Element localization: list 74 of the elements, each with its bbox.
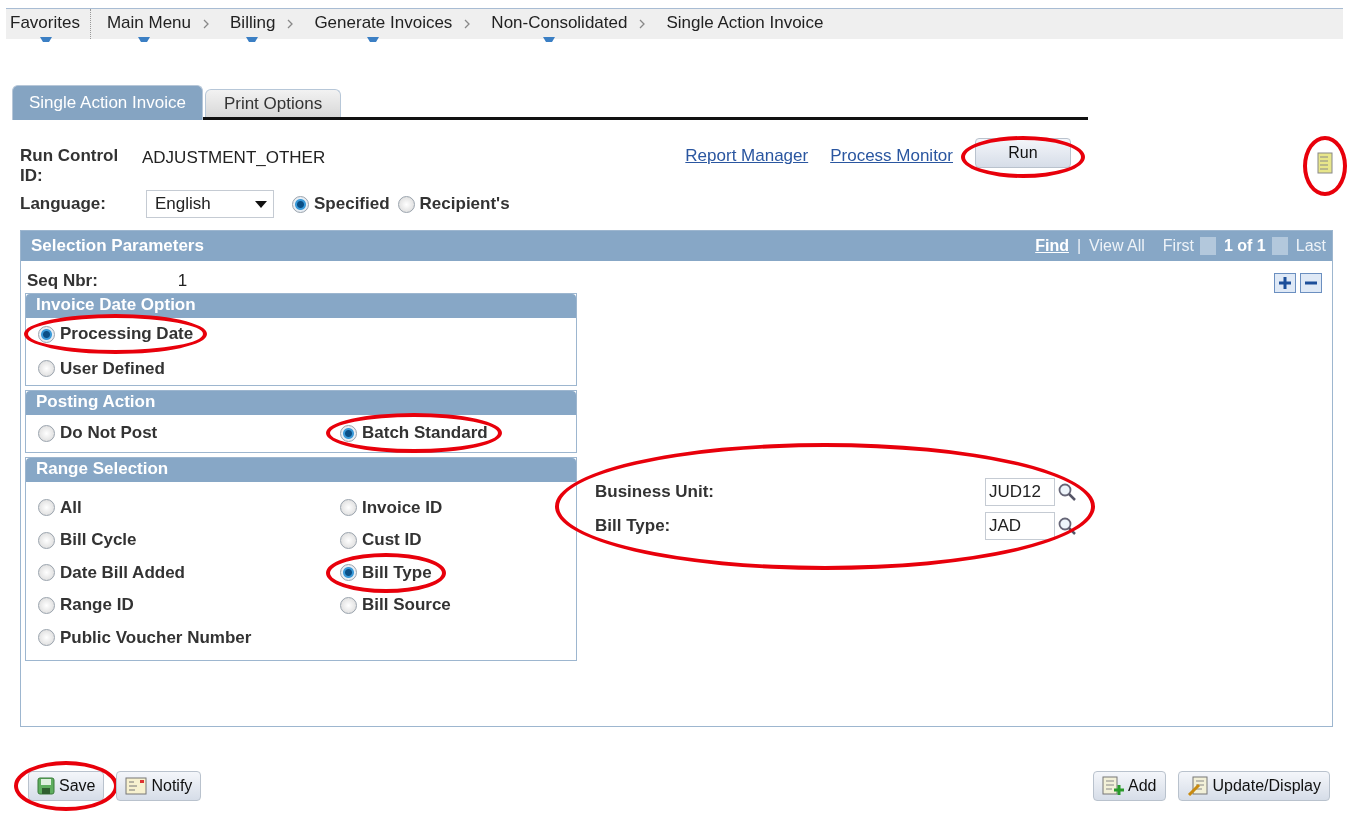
run-control-label: Run Control ID: [20,146,119,185]
chevron-icon [464,19,472,29]
notepad-icon[interactable] [1317,152,1333,174]
radio-option[interactable]: Range ID [38,595,134,615]
breadcrumb-link[interactable]: Generate Invoices [310,9,453,39]
breadcrumb-link[interactable]: Main Menu [102,9,192,39]
radio-icon[interactable] [340,596,357,614]
radio-icon[interactable] [38,596,55,614]
radio-option[interactable]: Invoice ID [340,497,443,518]
panel-title: Selection Parameters [31,236,205,256]
group-title: Invoice Date Option [26,294,576,318]
input-field[interactable]: JAD [985,512,1055,540]
chevron-icon [203,19,211,29]
link[interactable]: Report Manager [685,146,809,166]
seq-value: 1 [177,271,188,291]
radio-option[interactable]: Bill Cycle [38,530,137,550]
radio-icon[interactable] [38,424,55,442]
run-button[interactable]: Run [975,138,1071,168]
update-button[interactable]: Update/Display [1177,771,1330,801]
field-label: Bill Type: [595,516,672,536]
breadcrumb-link[interactable]: Billing [226,9,276,39]
group-title: Range Selection [26,457,576,482]
radio-icon[interactable] [38,629,55,646]
radio-option[interactable]: User Defined [38,358,165,379]
radio-option[interactable]: Processing Date [38,324,194,344]
run-control-value: ADJUSTMENT_OTHER [142,148,326,167]
radio-icon[interactable] [340,499,357,516]
breadcrumb-link[interactable]: Favorites [6,9,91,39]
seq-label: Seq Nbr: [27,271,98,291]
radio-icon[interactable] [38,325,55,343]
chevron-icon [287,19,295,29]
chevron-icon [639,19,647,29]
breadcrumb-link[interactable]: Non-Consolidated [487,9,628,39]
edit-page-icon [1186,776,1209,796]
radio-option[interactable]: Recipient's [397,194,510,214]
delete-row-button[interactable] [1300,273,1322,293]
plus-icon [1279,277,1291,289]
notify-button[interactable]: Notify [116,771,202,801]
radio-option[interactable]: Specified [292,194,390,214]
group-title: Posting Action [26,391,576,415]
search-icon[interactable] [1057,482,1077,502]
tab[interactable]: Print Options [204,89,342,117]
radio-option[interactable]: Bill Source [340,595,451,615]
page-count: 1 of 1 [1223,237,1266,255]
radio-option[interactable]: Date Bill Added [38,562,185,583]
input-field[interactable]: JUD12 [985,478,1055,506]
radio-icon[interactable] [38,499,55,516]
add-row-button[interactable] [1274,273,1296,293]
field-label: Business Unit: [595,482,716,502]
radio-icon[interactable] [397,195,415,213]
search-icon[interactable] [1057,516,1077,536]
radio-icon[interactable] [38,360,55,377]
link[interactable]: Process Monitor [830,146,953,166]
language-label: Language: [20,194,107,214]
radio-option[interactable]: Public Voucher Number [38,627,252,648]
radio-option[interactable]: Do Not Post [38,423,158,443]
radio-icon[interactable] [340,424,357,442]
caret-icon [255,200,267,208]
add-page-icon [1102,776,1125,796]
radio-option[interactable]: Bill Type [340,562,432,583]
language-dropdown[interactable]: English [146,190,274,218]
breadcrumb-link[interactable]: Single Action Invoice [662,9,824,39]
separator: | [1076,237,1082,255]
radio-icon[interactable] [340,564,357,581]
radio-icon[interactable] [38,531,55,549]
save-button[interactable]: Save [28,771,105,801]
radio-icon[interactable] [340,531,357,549]
radio-option[interactable]: Cust ID [340,530,422,550]
radio-icon[interactable] [38,564,55,581]
radio-icon[interactable] [292,195,309,213]
add-button[interactable]: Add [1093,771,1166,801]
radio-option[interactable]: Batch Standard [340,423,488,443]
radio-option[interactable]: All [38,497,82,518]
envelope-icon [125,777,148,795]
